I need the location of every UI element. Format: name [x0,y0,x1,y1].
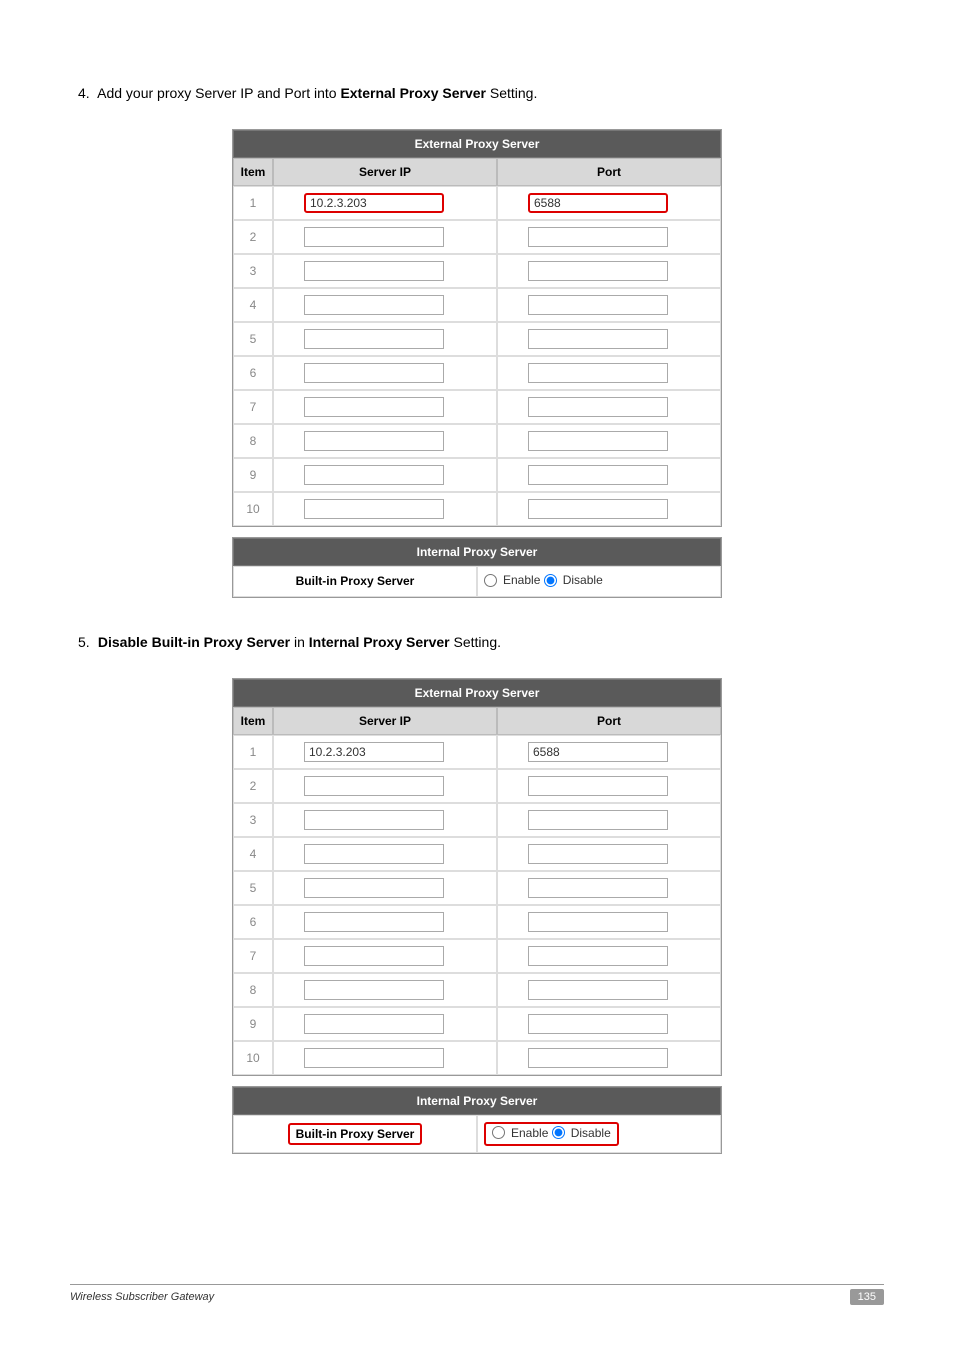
row2-item-2: 2 [233,769,273,803]
builtin-proxy-label: Built-in Proxy Server [233,566,477,597]
col-port: Port [497,158,721,186]
server-ip-input-10[interactable] [304,499,444,519]
port-input-2[interactable] [528,227,668,247]
port-input-1[interactable] [528,193,668,213]
enable-radio-2[interactable] [492,1126,505,1139]
external-proxy-table-1: External Proxy Server Item Server IP Por… [232,129,722,527]
figure-step5: External Proxy Server Item Server IP Por… [232,678,722,1155]
port-input-b3[interactable] [528,810,668,830]
internal-proxy-header: Internal Proxy Server [233,538,721,566]
port-input-6[interactable] [528,363,668,383]
row2-item-4: 4 [233,837,273,871]
page-footer: Wireless Subscriber Gateway 135 [70,1284,884,1305]
server-ip-input-b9[interactable] [304,1014,444,1034]
footer-text: Wireless Subscriber Gateway [70,1291,214,1303]
col-item-2: Item [233,707,273,735]
server-ip-input-b8[interactable] [304,980,444,1000]
row2-item-9: 9 [233,1007,273,1041]
external-proxy-header-2: External Proxy Server [233,679,721,707]
server-ip-input-9[interactable] [304,465,444,485]
row-item-5: 5 [233,322,273,356]
server-ip-input-6[interactable] [304,363,444,383]
server-ip-input-4[interactable] [304,295,444,315]
row-item-2: 2 [233,220,273,254]
row-item-9: 9 [233,458,273,492]
server-ip-input-b5[interactable] [304,878,444,898]
row-item-7: 7 [233,390,273,424]
port-input-10[interactable] [528,499,668,519]
port-input-b1[interactable] [528,742,668,762]
server-ip-input-3[interactable] [304,261,444,281]
server-ip-input-7[interactable] [304,397,444,417]
port-input-b5[interactable] [528,878,668,898]
disable-radio[interactable] [544,574,557,587]
external-proxy-header: External Proxy Server [233,130,721,158]
row2-item-10: 10 [233,1041,273,1075]
row2-item-6: 6 [233,905,273,939]
row2-item-5: 5 [233,871,273,905]
row2-item-1: 1 [233,735,273,769]
port-input-b9[interactable] [528,1014,668,1034]
port-input-5[interactable] [528,329,668,349]
figure-step4: External Proxy Server Item Server IP Por… [232,129,722,598]
port-input-b7[interactable] [528,946,668,966]
row2-item-7: 7 [233,939,273,973]
enable-option[interactable]: Enable [484,573,540,587]
server-ip-input-2[interactable] [304,227,444,247]
row-item-8: 8 [233,424,273,458]
port-input-4[interactable] [528,295,668,315]
enable-radio[interactable] [484,574,497,587]
server-ip-input-b4[interactable] [304,844,444,864]
server-ip-input-b1[interactable] [304,742,444,762]
row-item-10: 10 [233,492,273,526]
step-5-text: 5. Disable Built-in Proxy Server in Inte… [78,634,884,650]
col-server-ip-2: Server IP [273,707,497,735]
server-ip-input-b7[interactable] [304,946,444,966]
row-item-4: 4 [233,288,273,322]
port-input-b6[interactable] [528,912,668,932]
port-input-b10[interactable] [528,1048,668,1068]
step-4-text: 4. Add your proxy Server IP and Port int… [78,85,884,101]
disable-radio-2[interactable] [552,1126,565,1139]
col-server-ip: Server IP [273,158,497,186]
internal-proxy-table-1: Internal Proxy Server Built-in Proxy Ser… [232,537,722,598]
internal-proxy-table-2: Internal Proxy Server Built-in Proxy Ser… [232,1086,722,1155]
col-port-2: Port [497,707,721,735]
builtin-proxy-label-hl: Built-in Proxy Server [288,1123,423,1145]
radio-group-hl: Enable Disable [484,1122,619,1147]
port-input-3[interactable] [528,261,668,281]
enable-option-2[interactable]: Enable [492,1126,548,1140]
internal-proxy-header-2: Internal Proxy Server [233,1087,721,1115]
port-input-b8[interactable] [528,980,668,1000]
server-ip-input-1[interactable] [304,193,444,213]
port-input-b4[interactable] [528,844,668,864]
row-item-6: 6 [233,356,273,390]
server-ip-input-5[interactable] [304,329,444,349]
row-item-1: 1 [233,186,273,220]
server-ip-input-b2[interactable] [304,776,444,796]
row2-item-8: 8 [233,973,273,1007]
page-number: 135 [850,1289,884,1305]
row2-item-3: 3 [233,803,273,837]
disable-option-2[interactable]: Disable [552,1126,611,1140]
server-ip-input-b3[interactable] [304,810,444,830]
disable-option[interactable]: Disable [544,573,603,587]
server-ip-input-8[interactable] [304,431,444,451]
port-input-b2[interactable] [528,776,668,796]
server-ip-input-b10[interactable] [304,1048,444,1068]
row-item-3: 3 [233,254,273,288]
port-input-8[interactable] [528,431,668,451]
external-proxy-table-2: External Proxy Server Item Server IP Por… [232,678,722,1076]
port-input-7[interactable] [528,397,668,417]
server-ip-input-b6[interactable] [304,912,444,932]
port-input-9[interactable] [528,465,668,485]
col-item: Item [233,158,273,186]
